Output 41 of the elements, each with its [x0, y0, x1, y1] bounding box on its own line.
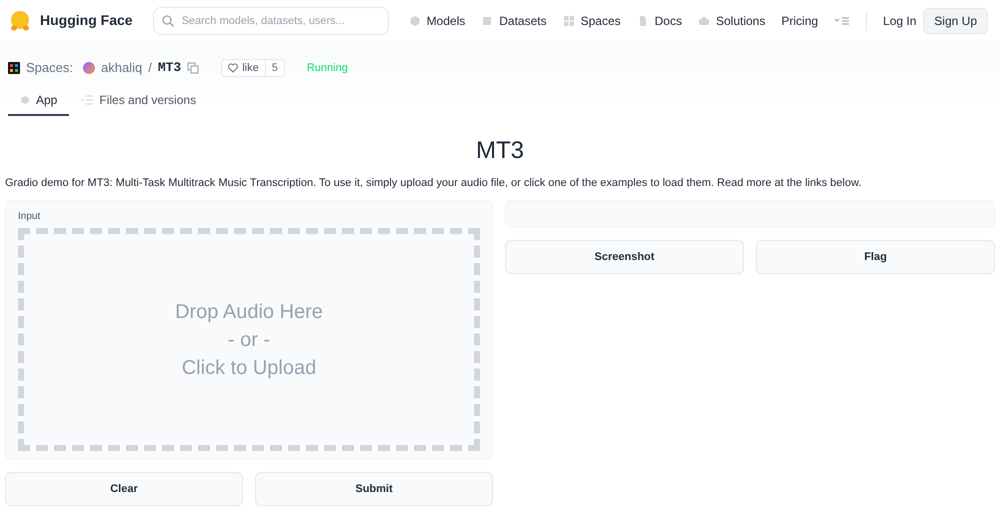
search-field[interactable]: Search models, datasets, users... — [152, 6, 389, 34]
nav-link[interactable]: Pricing — [781, 12, 818, 30]
tab[interactable]: Files and versions — [69, 86, 208, 116]
nav-link[interactable]: Datasets — [481, 12, 547, 30]
nav-link[interactable]: Docs — [636, 12, 682, 30]
log-in-link[interactable]: Log In — [883, 12, 916, 30]
heart-icon — [228, 62, 238, 73]
cube-icon — [20, 94, 30, 104]
status-label: Running — [306, 60, 348, 76]
grid-icon — [562, 14, 575, 26]
brand-name[interactable]: Hugging Face — [40, 10, 133, 31]
action-button[interactable]: Clear — [5, 472, 243, 506]
owner-link[interactable]: akhaliq — [100, 58, 142, 78]
input-label: Input — [18, 210, 42, 224]
copy-icon[interactable] — [187, 62, 200, 74]
action-button[interactable]: Flag — [756, 240, 995, 274]
tab[interactable]: App — [8, 86, 70, 116]
owner-avatar-icon — [82, 62, 95, 74]
path-separator: / — [148, 59, 152, 77]
search-icon — [160, 14, 175, 28]
more-menu-icon[interactable] — [834, 14, 850, 26]
drop-zone-text: Click to Upload — [182, 356, 316, 380]
file-list-icon — [81, 94, 94, 104]
action-button[interactable]: Screenshot — [505, 240, 744, 274]
nav-link[interactable]: Spaces — [562, 12, 621, 30]
nav-link[interactable]: Solutions — [698, 12, 766, 30]
cube-icon — [408, 14, 421, 26]
drop-zone-text: - or - — [228, 328, 270, 352]
app-title: MT3 — [475, 136, 525, 166]
spaces-icon — [8, 62, 20, 74]
drop-zone-text: Drop Audio Here — [175, 300, 323, 324]
nav-link[interactable]: Models — [408, 12, 466, 30]
like-label: like — [242, 60, 259, 76]
app-description: Gradio demo for MT3: Multi-Task Multitrack Music Transcription. To use it, simply upload your audio file, or click one of the examples to load them. Read more at the links below. — [5, 176, 862, 190]
sign-up-button[interactable]: Sign Up — [923, 8, 988, 34]
like-count: 5 — [264, 60, 284, 76]
like-button[interactable]: like 5 — [221, 58, 285, 77]
table-icon — [481, 14, 494, 26]
spaces-label: Spaces: — [26, 59, 73, 77]
action-button[interactable]: Submit — [255, 472, 493, 506]
space-name[interactable]: MT3 — [158, 58, 182, 78]
